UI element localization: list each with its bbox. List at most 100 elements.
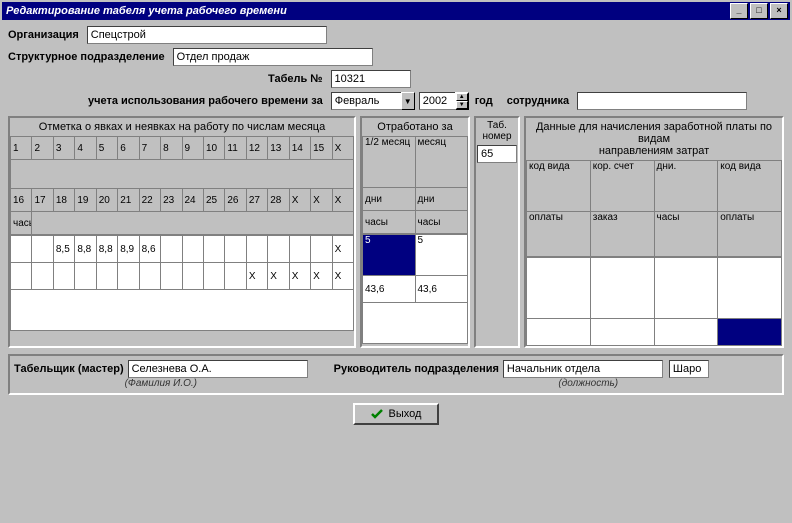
day-cell[interactable]: 12 (246, 137, 267, 160)
emp-input[interactable] (577, 92, 747, 110)
day-cell[interactable]: 15 (311, 137, 332, 160)
day-cell[interactable]: X (311, 189, 332, 212)
minimize-button[interactable]: _ (730, 3, 748, 19)
exit-button-label: Выход (389, 408, 422, 420)
chevron-down-icon[interactable]: ▼ (401, 92, 415, 110)
day-cell[interactable]: 27 (246, 189, 267, 212)
day-cell[interactable]: 25 (203, 189, 224, 212)
org-input[interactable]: Спецстрой (87, 26, 327, 44)
day-cell[interactable]: 28 (268, 189, 289, 212)
att-cell[interactable]: 8,6 (139, 236, 160, 263)
tab-master-input[interactable]: Селезнева О.А. (128, 360, 308, 378)
day-cell[interactable]: 5 (96, 137, 117, 160)
worked-d4[interactable]: 43,6 (415, 276, 468, 303)
payroll-cell[interactable] (527, 258, 591, 319)
spin-buttons[interactable]: ▲ ▼ (455, 92, 469, 110)
payroll-cell[interactable] (654, 319, 718, 346)
att-cell[interactable] (268, 236, 289, 263)
att-cell[interactable] (203, 236, 224, 263)
org-label: Организация (8, 29, 79, 41)
att-cell[interactable] (182, 236, 203, 263)
att-cell[interactable]: X (289, 263, 310, 290)
att-cell[interactable] (53, 263, 74, 290)
payroll-cell[interactable] (527, 319, 591, 346)
day-cell[interactable]: 1 (11, 137, 32, 160)
att-cell[interactable] (139, 263, 160, 290)
att-cell[interactable]: 8,8 (96, 236, 117, 263)
day-cell[interactable]: 24 (182, 189, 203, 212)
day-cell[interactable]: 7 (139, 137, 160, 160)
payroll-cell[interactable] (590, 258, 654, 319)
day-cell[interactable]: 11 (225, 137, 246, 160)
worked-h4: дни (415, 188, 468, 211)
att-cell[interactable] (161, 236, 182, 263)
dept-input[interactable]: Отдел продаж (173, 48, 373, 66)
spin-up-icon[interactable]: ▲ (456, 93, 468, 101)
day-cell[interactable]: 22 (139, 189, 160, 212)
day-cell[interactable]: 14 (289, 137, 310, 160)
tabel-input[interactable]: 10321 (331, 70, 411, 88)
day-cell[interactable]: 20 (96, 189, 117, 212)
att-cell[interactable] (225, 263, 246, 290)
day-cell[interactable]: 18 (53, 189, 74, 212)
payroll-cell[interactable] (590, 319, 654, 346)
worked-d1[interactable]: 5 (363, 235, 416, 276)
att-cell[interactable]: X (311, 263, 332, 290)
extra-input[interactable]: Шаро (669, 360, 709, 378)
att-cell[interactable] (311, 236, 332, 263)
day-cell[interactable]: 17 (32, 189, 53, 212)
att-cell[interactable] (32, 263, 53, 290)
worked-d2[interactable]: 5 (415, 235, 468, 276)
payroll-cell[interactable] (718, 258, 782, 319)
day-cell[interactable]: 3 (53, 137, 74, 160)
day-cell[interactable]: 9 (182, 137, 203, 160)
day-cell[interactable]: 19 (75, 189, 96, 212)
tab-master-hint: (Фамилия И.О.) (14, 378, 308, 389)
att-cell[interactable]: X (332, 263, 353, 290)
att-cell[interactable]: 8,9 (118, 236, 139, 263)
att-cell[interactable] (203, 263, 224, 290)
att-cell[interactable] (246, 236, 267, 263)
day-cell[interactable]: 4 (75, 137, 96, 160)
head-input[interactable]: Начальник отдела (503, 360, 663, 378)
day-cell[interactable]: 23 (161, 189, 182, 212)
att-cell[interactable]: 8,5 (53, 236, 74, 263)
att-cell[interactable] (11, 263, 32, 290)
month-dropdown[interactable]: Февраль ▼ (331, 92, 415, 110)
close-button[interactable]: × (770, 3, 788, 19)
att-cell[interactable] (96, 263, 117, 290)
worked-h5: часы (363, 211, 416, 234)
day-cell[interactable]: 8 (161, 137, 182, 160)
exit-button[interactable]: Выход (353, 403, 440, 425)
att-cell[interactable] (32, 236, 53, 263)
att-cell[interactable] (11, 236, 32, 263)
tabno-input[interactable]: 65 (477, 145, 517, 163)
att-cell[interactable]: 8,8 (75, 236, 96, 263)
payroll-r2: заказ (590, 212, 654, 257)
att-cell[interactable] (182, 263, 203, 290)
day-cell[interactable]: 2 (32, 137, 53, 160)
year-spinner[interactable]: 2002 ▲ ▼ (419, 92, 469, 110)
att-cell[interactable] (161, 263, 182, 290)
day-cell[interactable]: 16 (11, 189, 32, 212)
att-cell[interactable] (118, 263, 139, 290)
att-cell[interactable]: X (246, 263, 267, 290)
day-cell[interactable]: X (289, 189, 310, 212)
day-cell[interactable]: X (332, 189, 353, 212)
payroll-cell[interactable] (654, 258, 718, 319)
day-cell[interactable]: 21 (118, 189, 139, 212)
payroll-cell-selected[interactable] (718, 319, 782, 346)
day-cell[interactable]: 10 (203, 137, 224, 160)
day-cell[interactable]: X (332, 137, 353, 160)
att-cell[interactable]: X (332, 236, 353, 263)
maximize-button[interactable]: □ (750, 3, 768, 19)
spin-down-icon[interactable]: ▼ (456, 101, 468, 109)
att-cell[interactable] (75, 263, 96, 290)
att-cell[interactable] (225, 236, 246, 263)
day-cell[interactable]: 13 (268, 137, 289, 160)
att-cell[interactable] (289, 236, 310, 263)
day-cell[interactable]: 6 (118, 137, 139, 160)
worked-d3[interactable]: 43,6 (363, 276, 416, 303)
day-cell[interactable]: 26 (225, 189, 246, 212)
att-cell[interactable]: X (268, 263, 289, 290)
